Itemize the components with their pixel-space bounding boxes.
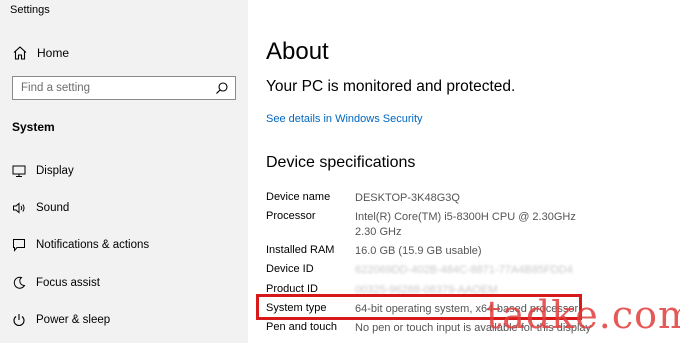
focus-assist-icon (13, 276, 26, 289)
sidebar: Settings Home System Display Sound (0, 0, 248, 343)
app-title: Settings (10, 4, 50, 16)
sidebar-item-focus-assist[interactable]: Focus assist (12, 276, 100, 290)
nav-home[interactable]: Home (12, 45, 69, 61)
sidebar-item-power-sleep[interactable]: Power & sleep (12, 313, 110, 327)
sidebar-item-label: Sound (36, 202, 70, 214)
watermark: tadke.com (486, 293, 680, 337)
spec-row-device-id: Device ID 622069DD-402B-484C-8871-77A4B8… (266, 263, 596, 278)
sidebar-item-label: Display (36, 165, 74, 177)
search-input[interactable] (21, 82, 215, 94)
spec-label: Processor (266, 210, 316, 222)
sidebar-item-label: Power & sleep (36, 314, 111, 326)
sidebar-item-display[interactable]: Display (12, 164, 74, 178)
spec-label: Pen and touch (266, 321, 337, 333)
page-title: About (266, 38, 329, 65)
power-icon (13, 314, 25, 327)
sidebar-item-label: Notifications & actions (36, 239, 150, 251)
home-label: Home (37, 46, 70, 60)
sidebar-item-sound[interactable]: Sound (12, 201, 69, 215)
notifications-icon (13, 239, 25, 252)
sidebar-item-notifications[interactable]: Notifications & actions (12, 238, 149, 252)
spec-value: 622069DD-402B-484C-8871-77A4B85FDD4 (355, 264, 573, 276)
spec-label: Device ID (266, 263, 314, 275)
display-icon (12, 165, 26, 177)
search-icon[interactable] (215, 81, 229, 95)
spec-row-device-name: Device name DESKTOP-3K48G3Q (266, 191, 596, 206)
security-link[interactable]: See details in Windows Security (266, 113, 423, 125)
main-content: About Your PC is monitored and protected… (248, 0, 680, 343)
sidebar-item-label: Focus assist (36, 277, 100, 289)
spec-row-installed-ram: Installed RAM 16.0 GB (15.9 GB usable) (266, 244, 596, 259)
spec-label: Device name (266, 191, 331, 203)
sound-icon (13, 202, 25, 214)
spec-row-processor: Processor Intel(R) Core(TM) i5-8300H CPU… (266, 210, 596, 240)
sidebar-section-system: System (12, 120, 55, 134)
home-icon (13, 46, 27, 60)
device-specs-heading: Device specifications (266, 154, 416, 171)
spec-value: DESKTOP-3K48G3Q (355, 192, 460, 204)
search-box[interactable] (12, 76, 236, 100)
protection-status: Your PC is monitored and protected. (266, 78, 516, 95)
spec-label: Installed RAM (266, 244, 335, 256)
spec-value: 16.0 GB (15.9 GB usable) (355, 245, 482, 257)
spec-value: Intel(R) Core(TM) i5-8300H CPU @ 2.30GHz… (355, 211, 576, 238)
